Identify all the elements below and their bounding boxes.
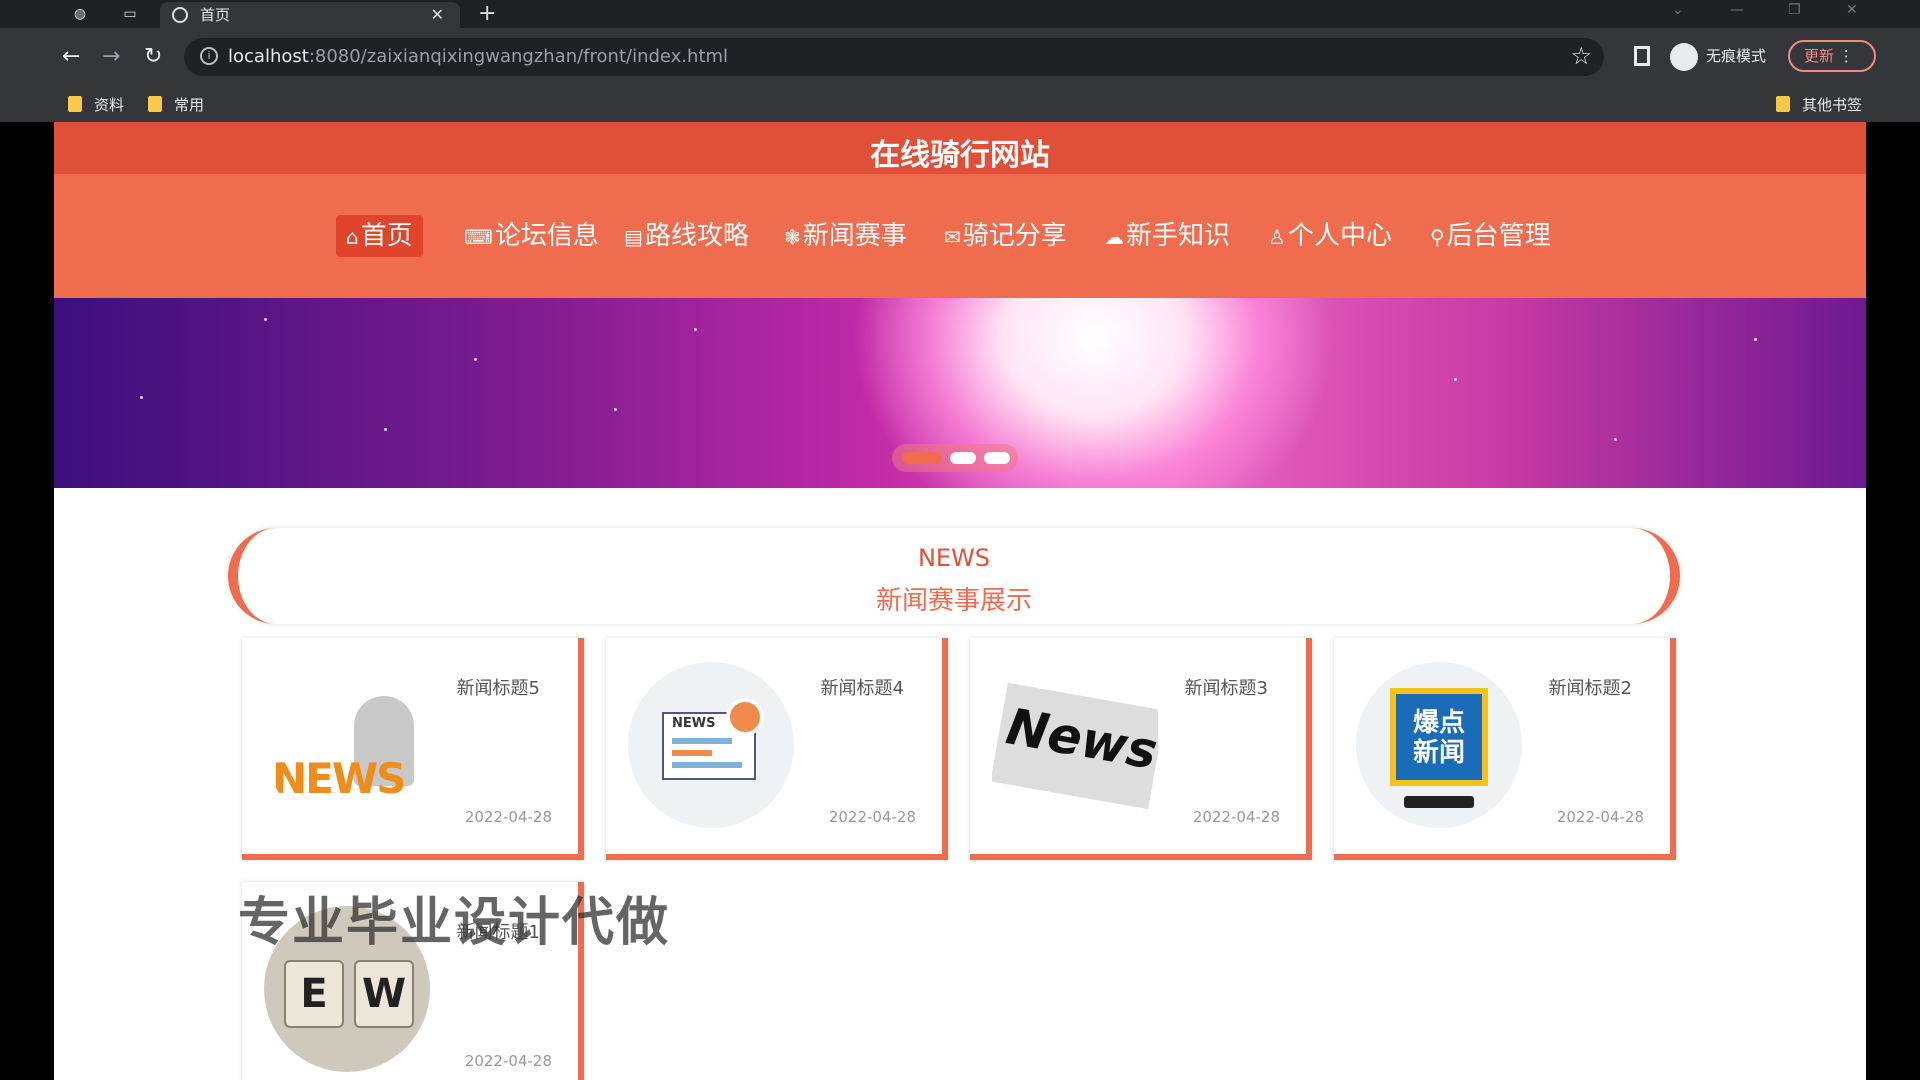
stand-graphic — [1404, 796, 1474, 808]
breaking-news-badge: 爆点 新闻 — [1390, 688, 1488, 786]
globe-icon — [172, 7, 188, 23]
nav-item-share[interactable]: ✉骑记分享 — [934, 215, 1077, 257]
news-card[interactable]: NEWS 新闻标题5 2022-04-28 — [242, 638, 584, 860]
carousel-dot[interactable] — [950, 452, 976, 464]
letter-cube: E — [284, 960, 344, 1028]
star-decoration — [1754, 338, 1757, 341]
news-section-header: NEWS 新闻赛事展示 — [228, 528, 1680, 624]
star-decoration — [474, 358, 477, 361]
bookmark-star-icon[interactable]: ☆ — [1570, 42, 1592, 70]
nav-item-admin[interactable]: ⚲后台管理 — [1420, 215, 1561, 257]
nav-item-home[interactable]: ⌂首页 — [336, 215, 423, 257]
news-title[interactable]: 新闻标题5 — [457, 674, 540, 700]
side-panel-icon[interactable] — [1634, 46, 1650, 66]
news-thumbnail: NEWS — [264, 662, 430, 828]
incognito-icon — [1670, 42, 1698, 71]
magnifier-graphic — [726, 698, 764, 736]
news-heading-en: NEWS — [917, 544, 991, 572]
reload-icon[interactable]: ↻ — [144, 42, 162, 72]
new-tab-button[interactable]: + — [478, 2, 496, 26]
close-window-button[interactable]: ✕ — [1846, 2, 1858, 18]
back-arrow-icon[interactable]: ← — [62, 42, 80, 72]
forward-arrow-icon[interactable]: → — [102, 42, 120, 72]
carousel-dot[interactable] — [902, 452, 942, 464]
browser-toolbar: ← → ↻ i localhost:8080/zaixianqixingwang… — [0, 28, 1920, 88]
news-date: 2022-04-28 — [828, 808, 916, 826]
other-bookmarks[interactable]: 其他书签 — [1776, 94, 1862, 116]
star-decoration — [140, 396, 143, 399]
news-card[interactable]: News 新闻标题3 2022-04-28 — [970, 638, 1312, 860]
news-card[interactable]: NEWS 新闻标题4 2022-04-28 — [606, 638, 948, 860]
nav-item-profile[interactable]: ♙个人中心 — [1258, 215, 1402, 257]
star-decoration — [384, 428, 387, 431]
minimize-button[interactable]: — — [1730, 2, 1744, 18]
browser-tab-strip: ◍ ▭ 首页 ✕ + ⌄ — ❐ ✕ — [0, 0, 1920, 28]
news-title[interactable]: 新闻标题4 — [821, 674, 904, 700]
folder-icon — [148, 96, 162, 112]
user-icon: ♙ — [1268, 225, 1286, 249]
tab-title: 首页 — [200, 6, 231, 24]
news-title[interactable]: 新闻标题3 — [1185, 674, 1268, 700]
site-title: 在线骑行网站 — [870, 138, 1050, 173]
folder-icon — [68, 96, 82, 112]
news-date: 2022-04-28 — [1556, 808, 1644, 826]
mail-icon: ✉ — [944, 225, 961, 249]
flower-icon: ❃ — [784, 225, 801, 249]
nav-item-routes[interactable]: ▤路线攻略 — [614, 215, 759, 257]
close-tab-icon[interactable]: ✕ — [431, 2, 444, 28]
window-margin-left — [0, 122, 54, 1080]
news-date: 2022-04-28 — [1192, 808, 1280, 826]
nav-item-beginner[interactable]: ☁新手知识 — [1094, 215, 1240, 257]
forum-icon: ⌨ — [464, 225, 493, 249]
restore-button[interactable]: ❐ — [1788, 2, 1801, 18]
news-date: 2022-04-28 — [464, 1052, 552, 1070]
home-icon: ⌂ — [346, 225, 359, 249]
carousel-banner[interactable] — [54, 298, 1866, 488]
bookmark-folder[interactable]: 资料 — [68, 94, 124, 116]
star-decoration — [1614, 438, 1617, 441]
site-info-icon[interactable]: i — [200, 47, 218, 65]
address-bar[interactable]: i localhost:8080/zaixianqixingwangzhan/f… — [184, 38, 1604, 76]
letter-cube: W — [354, 960, 414, 1028]
watermark-overlay: 专业毕业设计代做 — [238, 893, 671, 953]
browser-tab[interactable]: 首页 ✕ — [160, 2, 460, 28]
url-text: localhost:8080/zaixianqixingwangzhan/fro… — [228, 46, 729, 67]
site-header: 在线骑行网站 — [54, 122, 1866, 174]
browser-icon[interactable]: ◍ — [70, 4, 90, 24]
link-icon: ⚲ — [1430, 225, 1445, 249]
star-decoration — [1454, 378, 1457, 381]
window-margin-right — [1866, 122, 1920, 1080]
tab-list-chevron-icon[interactable]: ⌄ — [1672, 2, 1684, 18]
bookmark-folder[interactable]: 常用 — [148, 94, 204, 116]
update-button[interactable]: 更新 ⋮ — [1788, 40, 1876, 72]
bookmarks-bar: 资料 常用 其他书签 — [0, 88, 1920, 122]
tab-search-icon[interactable]: ▭ — [120, 4, 140, 24]
nav-item-news[interactable]: ❃新闻赛事 — [774, 215, 917, 257]
incognito-indicator[interactable]: 无痕模式 — [1670, 40, 1766, 72]
news-thumbnail: News — [992, 662, 1158, 828]
news-thumbnail: 爆点 新闻 — [1356, 662, 1522, 828]
news-logo-graphic: NEWS — [272, 754, 406, 803]
news-thumbnail: NEWS — [628, 662, 794, 828]
star-decoration — [614, 408, 617, 411]
carousel-dot[interactable] — [984, 452, 1010, 464]
main-nav: ⌂首页 ⌨论坛信息 ▤路线攻略 ❃新闻赛事 ✉骑记分享 ☁新手知识 ♙个人中心 … — [54, 174, 1866, 298]
news-title[interactable]: 新闻标题2 — [1549, 674, 1632, 700]
star-decoration — [264, 318, 267, 321]
nav-item-forum[interactable]: ⌨论坛信息 — [454, 215, 609, 257]
news-date: 2022-04-28 — [464, 808, 552, 826]
carousel-indicators — [892, 444, 1018, 472]
cloud-icon: ☁ — [1104, 225, 1124, 249]
folder-icon — [1776, 96, 1790, 112]
document-icon: ▤ — [624, 225, 643, 249]
news-card[interactable]: 爆点 新闻 新闻标题2 2022-04-28 — [1334, 638, 1676, 860]
news-heading-cn: 新闻赛事展示 — [875, 586, 1032, 616]
star-decoration — [694, 328, 697, 331]
